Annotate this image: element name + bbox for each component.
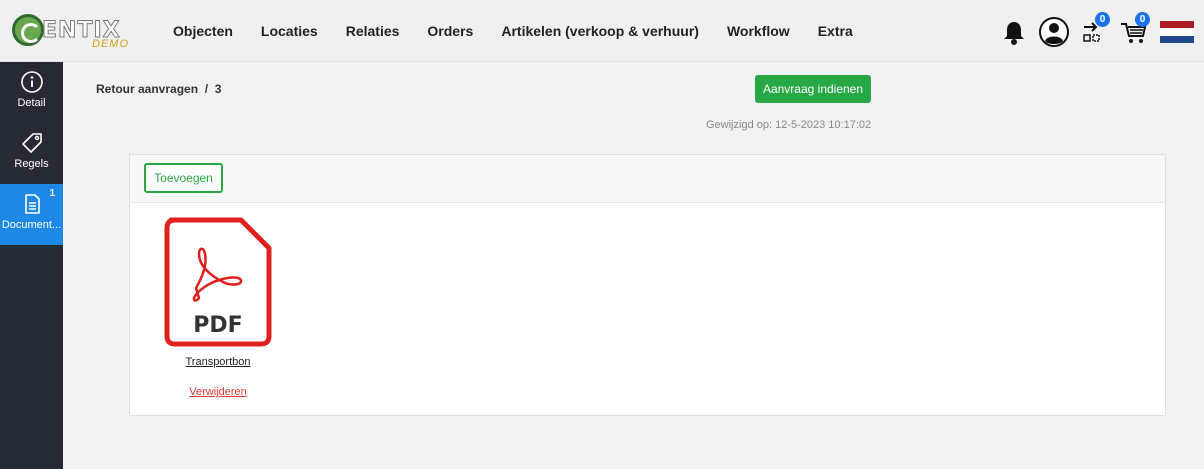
breadcrumb: Retour aanvragen / 3 <box>96 82 222 96</box>
sidebar: Detail Regels Document... 1 <box>0 62 63 469</box>
bell-icon[interactable] <box>998 16 1030 48</box>
modified-timestamp: Gewijzigd op: 12-5-2023 10:17:02 <box>706 119 872 131</box>
main-nav: Objecten Locaties Relaties Orders Artike… <box>173 0 881 62</box>
sidebar-item-label: Detail <box>17 97 46 109</box>
info-icon <box>20 71 43 93</box>
add-document-button[interactable]: Toevoegen <box>144 163 223 193</box>
cart-badge: 0 <box>1135 12 1150 27</box>
documents-panel: Toevoegen PDF Transportbon Verwijderen <box>129 154 1166 416</box>
nav-relaties[interactable]: Relaties <box>346 23 400 39</box>
delete-document-link[interactable]: Verwijderen <box>163 386 273 398</box>
nav-orders[interactable]: Orders <box>427 23 473 39</box>
sidebar-item-label: Regels <box>14 158 49 170</box>
pdf-file-icon[interactable]: PDF <box>163 216 273 348</box>
pdf-type-label: PDF <box>193 313 242 338</box>
top-icons: 0 0 <box>990 12 1194 52</box>
logo-subtitle: DEMO <box>92 38 129 50</box>
language-flag-icon[interactable] <box>1160 21 1194 43</box>
nav-locaties[interactable]: Locaties <box>261 23 318 39</box>
sidebar-item-regels[interactable]: Regels <box>0 123 63 184</box>
login-icon[interactable]: 0 <box>1078 12 1110 48</box>
document-name-link[interactable]: Transportbon <box>163 356 273 368</box>
login-badge: 0 <box>1095 12 1110 27</box>
top-bar: ENTIX DEMO Objecten Locaties Relaties Or… <box>0 0 1204 62</box>
nav-artikelen[interactable]: Artikelen (verkoop & verhuur) <box>501 23 699 39</box>
app-logo[interactable]: ENTIX DEMO <box>12 6 142 56</box>
nav-extra[interactable]: Extra <box>818 23 853 39</box>
document-count-badge: 1 <box>49 188 55 199</box>
documents-panel-header: Toevoegen <box>130 155 1165 203</box>
sidebar-item-detail[interactable]: Detail <box>0 62 63 123</box>
user-icon[interactable] <box>1038 16 1070 48</box>
tag-icon <box>21 133 42 153</box>
nav-objecten[interactable]: Objecten <box>173 23 233 39</box>
nav-workflow[interactable]: Workflow <box>727 23 790 39</box>
sidebar-item-label: Document... <box>1 219 62 231</box>
logo-badge <box>12 14 44 46</box>
cart-icon[interactable]: 0 <box>1118 12 1150 48</box>
document-item: PDF Transportbon Verwijderen <box>163 216 273 398</box>
document-icon <box>24 194 40 214</box>
sidebar-item-documenten[interactable]: Document... 1 <box>0 184 63 245</box>
submit-request-button[interactable]: Aanvraag indienen <box>755 75 871 103</box>
